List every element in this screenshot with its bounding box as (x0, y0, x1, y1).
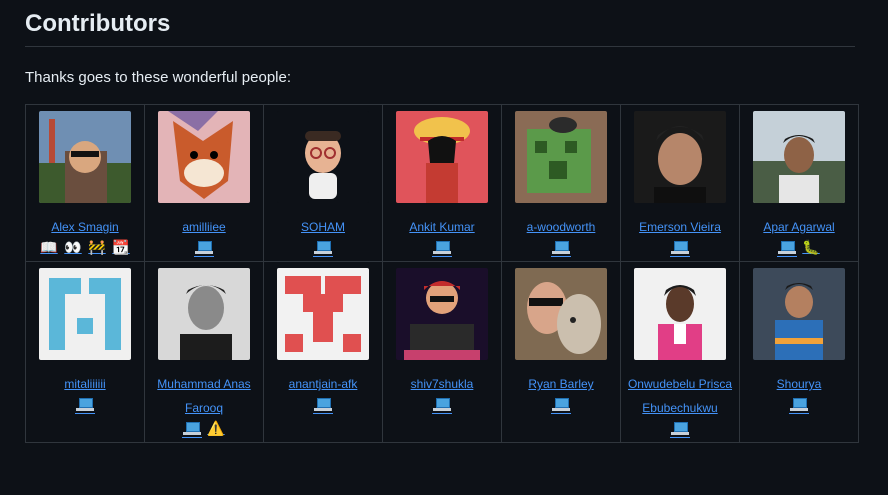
avatar[interactable] (634, 111, 726, 203)
avatar[interactable] (39, 111, 131, 203)
contributor-cell: Apar Agarwal 🐛 (739, 104, 859, 262)
table-row: Alex Smagin 📖 👀 🚧 📆 amilliiee SOHAM Anki… (25, 104, 859, 262)
avatar[interactable] (396, 111, 488, 203)
contributor-cell: SOHAM (263, 104, 383, 262)
contributor-cell: Emerson Vieira (620, 104, 740, 262)
contributor-cell: Shourya (739, 261, 859, 443)
contributor-cell: Ryan Barley (501, 261, 621, 443)
contributor-cell: Onwudebelu Prisca Ebubechukwu (620, 261, 740, 443)
contributor-name[interactable]: anantjain-afk (289, 372, 358, 396)
avatar[interactable] (39, 268, 131, 360)
bug-icon[interactable]: 🐛 (802, 239, 820, 255)
avatar[interactable] (634, 268, 726, 360)
avatar[interactable] (515, 268, 607, 360)
contributor-cell: amilliiee (144, 104, 264, 262)
intro-text: Thanks goes to these wonderful people: (25, 69, 292, 86)
calendar-icon[interactable]: 📆 (112, 239, 130, 255)
avatar[interactable] (753, 268, 845, 360)
contributor-cell: Muhammad Anas Farooq ⚠️ (144, 261, 264, 443)
contributor-cell: a-woodworth (501, 104, 621, 262)
contributor-name[interactable]: Ankit Kumar (409, 215, 474, 239)
avatar[interactable] (158, 268, 250, 360)
section-title: Contributors (25, 0, 855, 47)
warning-icon[interactable]: ⚠️ (207, 420, 225, 436)
contributor-name[interactable]: mitaliiiiii (64, 372, 105, 396)
avatar[interactable] (277, 268, 369, 360)
contributor-cell: Alex Smagin 📖 👀 🚧 📆 (25, 104, 145, 262)
laptop-icon[interactable] (182, 420, 202, 438)
contributor-cell: anantjain-afk (263, 261, 383, 443)
laptop-icon[interactable] (551, 239, 571, 257)
contributor-name[interactable]: SOHAM (301, 215, 345, 239)
laptop-icon[interactable] (670, 420, 690, 438)
laptop-icon[interactable] (777, 239, 797, 257)
laptop-icon[interactable] (194, 239, 214, 257)
contributor-name[interactable]: Emerson Vieira (639, 215, 721, 239)
contributor-name[interactable]: Apar Agarwal (763, 215, 834, 239)
avatar[interactable] (158, 111, 250, 203)
contributor-name[interactable]: Alex Smagin (51, 215, 118, 239)
contributor-name[interactable]: amilliiee (182, 215, 225, 239)
avatar[interactable] (396, 268, 488, 360)
avatar[interactable] (277, 111, 369, 203)
contributor-name[interactable]: Muhammad Anas Farooq (145, 372, 263, 420)
laptop-icon[interactable] (789, 396, 809, 414)
laptop-icon[interactable] (432, 396, 452, 414)
laptop-icon[interactable] (313, 239, 333, 257)
laptop-icon[interactable] (432, 239, 452, 257)
avatar[interactable] (753, 111, 845, 203)
laptop-icon[interactable] (313, 396, 333, 414)
laptop-icon[interactable] (551, 396, 571, 414)
contributor-name[interactable]: a-woodworth (527, 215, 596, 239)
contributor-name[interactable]: Onwudebelu Prisca Ebubechukwu (621, 372, 739, 420)
laptop-icon[interactable] (670, 239, 690, 257)
contributor-name[interactable]: Shourya (777, 372, 822, 396)
contributor-cell: Ankit Kumar (382, 104, 502, 262)
contributor-name[interactable]: shiv7shukla (411, 372, 474, 396)
laptop-icon[interactable] (75, 396, 95, 414)
contributors-table: Alex Smagin 📖 👀 🚧 📆 amilliiee SOHAM Anki… (25, 104, 859, 443)
contributor-cell: shiv7shukla (382, 261, 502, 443)
book-icon[interactable]: 📖 (40, 239, 58, 255)
avatar[interactable] (515, 111, 607, 203)
table-row: mitaliiiiii Muhammad Anas Farooq ⚠️ anan… (25, 261, 859, 443)
construction-icon[interactable]: 🚧 (88, 239, 106, 255)
contributor-name[interactable]: Ryan Barley (528, 372, 593, 396)
reader-icon[interactable]: 👀 (64, 239, 82, 255)
contributor-cell: mitaliiiiii (25, 261, 145, 443)
